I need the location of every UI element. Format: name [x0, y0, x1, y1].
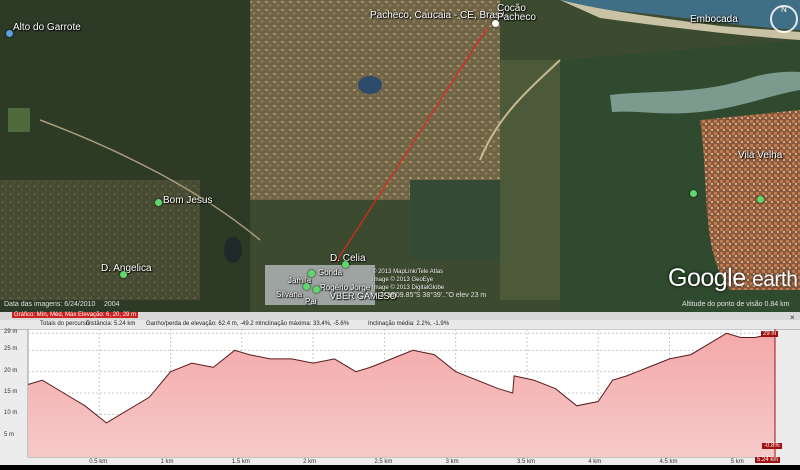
x-tick-label: 4 km — [588, 459, 602, 465]
x-tick-label: 3.5 km — [516, 459, 535, 465]
placemark-pin-icon[interactable] — [313, 286, 320, 293]
end-distance-tag: 5.24 km — [755, 457, 781, 463]
x-tick-label: 1 km — [160, 459, 174, 465]
place-pacheco-caucaia[interactable]: Pacheco, Caucaia - CE, Brasil — [370, 10, 505, 21]
x-tick-label: 1.5 km — [231, 459, 250, 465]
x-tick-label: 4.5 km — [659, 459, 678, 465]
elevation-profile-panel[interactable]: Gráfico: Mín, Méd, Máx Elevação: 6, 20, … — [0, 312, 800, 465]
current-slope-tag: -0.8% — [762, 443, 782, 449]
y-tick-label: 10 m — [4, 410, 18, 417]
eye-altitude: Altitude do ponto de visão 0.84 km — [682, 301, 790, 308]
imagery-copyright: © 2013 MapLink/Tele Atlas Image © 2013 G… — [372, 269, 445, 291]
profile-toolbar: Gráfico: Mín, Méd, Máx Elevação: 6, 20, … — [0, 312, 800, 320]
placemark-pin-icon[interactable] — [308, 270, 315, 277]
placemark-pin-icon[interactable] — [342, 261, 349, 268]
x-tick-label: 0.5 km — [89, 459, 108, 465]
x-tick-label: 2.5 km — [374, 459, 393, 465]
current-elevation-tag: 29 m — [761, 331, 779, 337]
x-tick-label: 5 km — [730, 459, 744, 465]
place-alto-do-garrote[interactable]: Alto do Garrote — [13, 22, 81, 33]
stat-gain-loss: Ganho/perda de elevação: 62.4 m, -49.2 m — [146, 321, 261, 327]
y-tick-label: 25 m — [4, 346, 18, 353]
placemark-pin-icon[interactable] — [120, 271, 127, 278]
stat-totals: Totais do percurso — [40, 321, 90, 327]
x-tick-label: 2 km — [303, 459, 317, 465]
y-tick-label: 29 m — [4, 329, 18, 336]
imagery-year: 2004 — [104, 301, 120, 308]
status-bar: Data das imagens: 6/24/2010 2004 3°38'09… — [0, 292, 800, 312]
y-tick-label: 5 m — [4, 431, 15, 438]
imagery-date: Data das imagens: 6/24/2010 — [4, 301, 96, 308]
placemark-pin-icon[interactable] — [492, 20, 499, 27]
place-embocada[interactable]: Embocada — [690, 14, 738, 25]
stat-avg-slope: Inclinação média: 2.2%, -1.9% — [368, 321, 450, 327]
placemark-pin-icon[interactable] — [303, 283, 310, 290]
close-icon[interactable]: × — [790, 313, 795, 322]
elevation-summary: Gráfico: Mín, Méd, Máx Elevação: 6, 20, … — [12, 312, 139, 318]
y-tick-label: 20 m — [4, 367, 18, 374]
stat-distance: Distância: 5.24 km — [86, 321, 136, 327]
stat-max-slope: Inclinação máxima: 33.4%, -5.6% — [260, 321, 350, 327]
place-cocao-pacheco[interactable]: Cocão Pacheco — [497, 4, 536, 23]
place-silvana[interactable]: Silvana — [276, 290, 302, 299]
place-gonda[interactable]: Gonda — [318, 268, 342, 277]
x-tick-label: 3 km — [445, 459, 459, 465]
placemark-pin-icon[interactable] — [155, 199, 162, 206]
placemark-pin-icon[interactable] — [757, 196, 764, 203]
y-tick-label: 15 m — [4, 389, 18, 395]
place-vila-velha[interactable]: Vila Velha — [738, 150, 782, 161]
placemark-pin-icon[interactable] — [6, 30, 13, 37]
elevation-chart[interactable]: 29 m 25 m 20 m 15 m 10 m 5 m 0.5 km 1 km 1.5 km… — [0, 328, 800, 465]
map-view[interactable]: Alto do Garrote Pacheco, Caucaia - CE, B… — [0, 0, 800, 312]
placemark-pin-icon[interactable] — [690, 190, 697, 197]
elevation-chart-svg[interactable] — [0, 328, 800, 465]
pointer-readout: 3°38'09.85"S 38°39'.."O elev 23 m — [380, 292, 487, 299]
place-bom-jesus[interactable]: Bom Jesus — [163, 195, 212, 206]
google-earth-logo: Google earth — [668, 264, 798, 292]
compass-icon[interactable]: N — [770, 5, 798, 33]
